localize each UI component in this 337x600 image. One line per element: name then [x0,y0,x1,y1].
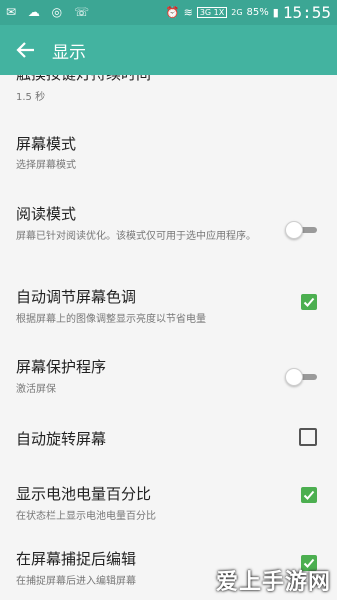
setting-reading-mode[interactable]: 阅读模式 屏幕已针对阅读优化。该模式仅可用于选中应用程序。 [0,187,337,266]
notification-icons: ✉ ☁ ◎ ☏ [6,5,93,19]
check-icon [303,490,315,500]
setting-title: 屏幕模式 [16,135,77,153]
app-bar: 显示 [0,25,337,75]
setting-subtitle: 根据屏幕上的图像调整显示亮度以节省电量 [16,314,206,325]
toggle-knob [285,221,303,239]
setting-title: 自动调节屏幕色调 [16,288,137,306]
setting-battery-percent[interactable]: 显示电池电量百分比 在状态栏上显示电池电量百分比 [0,469,337,536]
toggle-knob [285,368,303,386]
status-indicators: ⏰ ≋ 3G 1X 2G 85% ▮ 15:55 [166,3,331,22]
setting-title: 显示电池电量百分比 [16,485,152,503]
check-icon [303,297,315,307]
battery-percent: 85% [246,7,269,18]
clock: 15:55 [282,3,331,22]
wifi-icon: ≋ [183,6,193,19]
back-button[interactable] [12,37,40,63]
setting-subtitle: 1.5 秒 [16,92,46,103]
setting-title: 在屏幕捕捉后编辑 [16,550,137,568]
reading-mode-toggle[interactable] [285,220,319,240]
setting-title: 自动旋转屏幕 [16,430,107,448]
network-badge: 3G 1X [196,7,228,18]
screensaver-toggle[interactable] [285,367,319,387]
setting-touch-key-light[interactable]: 触摸按键灯持续时间 1.5 秒 [0,75,337,114]
auto-adjust-tone-checkbox[interactable] [301,294,317,310]
setting-subtitle: 选择屏幕模式 [16,160,76,171]
auto-rotate-checkbox[interactable] [299,428,317,446]
setting-title: 屏幕保护程序 [16,358,107,376]
setting-auto-rotate[interactable]: 自动旋转屏幕 [0,409,337,470]
back-arrow-icon [16,42,34,58]
network-2g-label: 2G [231,8,243,17]
setting-subtitle: 在状态栏上显示电池电量百分比 [16,511,156,522]
setting-title: 触摸按键灯持续时间 [16,75,151,84]
battery-percent-checkbox[interactable] [301,487,317,503]
settings-list[interactable]: 触摸按键灯持续时间 1.5 秒 屏幕模式 选择屏幕模式 阅读模式 屏幕已针对阅读… [0,75,337,600]
setting-screensaver[interactable]: 屏幕保护程序 激活屏保 [0,343,337,410]
setting-screen-mode[interactable]: 屏幕模式 选择屏幕模式 [0,113,337,188]
page-title: 显示 [52,43,86,63]
setting-subtitle: 屏幕已针对阅读优化。该模式仅可用于选中应用程序。 [16,231,256,242]
setting-auto-adjust-tone[interactable]: 自动调节屏幕色调 根据屏幕上的图像调整显示亮度以节省电量 [0,265,337,344]
alarm-icon: ⏰ [165,6,180,19]
setting-subtitle: 在捕捉屏幕后进入编辑屏幕 [16,576,136,587]
status-bar: ✉ ☁ ◎ ☏ ⏰ ≋ 3G 1X 2G 85% ▮ 15:55 [0,0,337,25]
setting-title: 阅读模式 [16,205,77,223]
watermark-logo: 爱上手游网 [215,570,331,595]
battery-icon: ▮ [272,6,279,19]
setting-subtitle: 激活屏保 [16,384,56,395]
